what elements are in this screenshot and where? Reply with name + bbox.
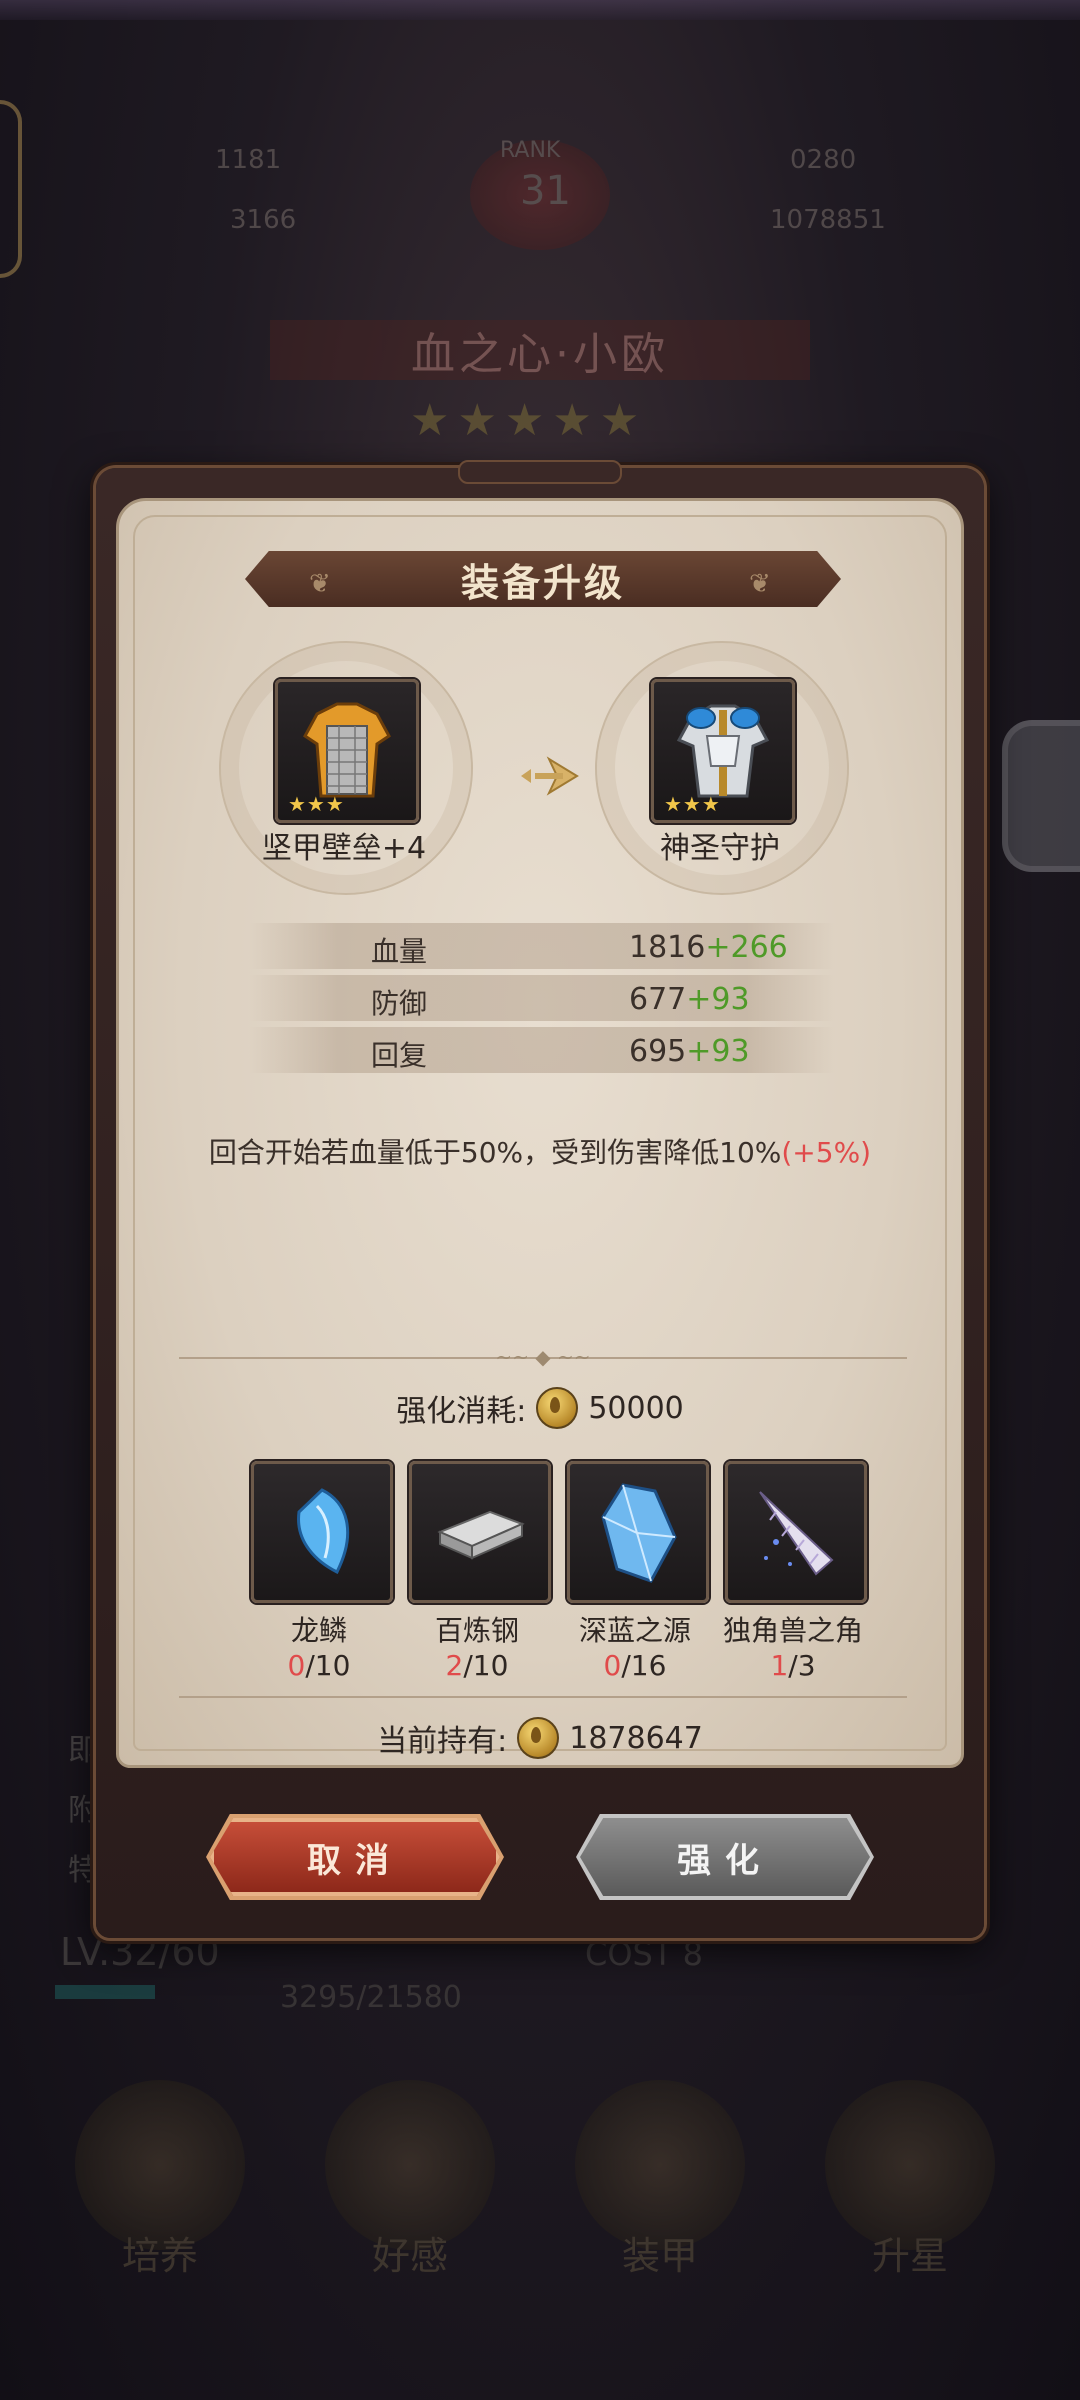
holy-plate-armor-icon (676, 704, 770, 798)
material-count: 1/3 (770, 1649, 816, 1682)
stat-bonus: +93 (686, 982, 750, 1017)
cancel-button[interactable]: 取消 (210, 1818, 500, 1896)
dialog-title: 装备升级 (460, 560, 625, 605)
stat-value: 695+93 (629, 1034, 750, 1069)
upgrade-cost: 强化消耗: 50000 (119, 1386, 961, 1430)
material-name: 深蓝之源 (578, 1614, 691, 1647)
nav-label: 装甲 (621, 2234, 698, 2278)
divider-ornament-icon: ~~ ◆ ~~ (495, 1345, 591, 1369)
side-avatar[interactable] (1002, 720, 1080, 872)
stat-value: 1816+266 (629, 930, 788, 965)
upgrade-arrow-icon (521, 756, 579, 796)
effect-description: 回合开始若血量低于50%，受到伤害降低10%(+5%) (208, 1136, 872, 1169)
material-count: 0/10 (287, 1649, 351, 1682)
dialog-panel: 装备升级 ❦ ❦ ★★★ 坚甲壁垒+4 ★★★ 神圣守护 血量 1816+266… (116, 498, 964, 1768)
exp-text: 3295/21580 (280, 1980, 462, 2015)
unicorn-horn-icon (759, 1491, 834, 1576)
scroll-deco-icon: ❦ (309, 569, 331, 599)
holding-label: 当前持有: (377, 1724, 508, 1759)
divider (179, 1696, 907, 1698)
nav-label: 好感 (371, 2234, 448, 2278)
rank-label: RANK (500, 138, 561, 163)
back-frame (0, 100, 22, 278)
top-bar (0, 0, 1080, 20)
stat-value: 677+93 (629, 982, 750, 1017)
nav-label: 培养 (121, 2234, 198, 2278)
material-slot-deep-blue-source[interactable] (567, 1461, 709, 1603)
cost-amount: 50000 (588, 1390, 684, 1426)
stat-bonus: +93 (686, 1034, 750, 1069)
divider: ~~ ◆ ~~ (179, 1345, 907, 1369)
material-count: 2/10 (445, 1649, 509, 1682)
hero-name: 血之心·小欧 (270, 320, 810, 380)
material-name: 百炼钢 (434, 1614, 519, 1647)
nav-label: 升星 (871, 2234, 948, 2278)
gold-coin-icon (517, 1717, 560, 1759)
stat-label: 血量 (370, 935, 427, 968)
hero-cost: COST 8 (585, 1935, 703, 1973)
equipment-upgrade-dialog: 装备升级 ❦ ❦ ★★★ 坚甲壁垒+4 ★★★ 神圣守护 血量 1816+266… (96, 460, 984, 1938)
stat-bonus: +266 (705, 930, 788, 965)
enhance-button[interactable]: 强化 (580, 1818, 870, 1896)
stat-row-defense: 防御 677+93 (249, 975, 835, 1021)
stat-row-recovery: 回复 695+93 (249, 1027, 835, 1073)
dragon-scale-icon (297, 1488, 350, 1575)
side-menu-item: 即 (68, 1733, 98, 1768)
effect-bonus: (+5%) (781, 1136, 872, 1169)
current-item-name: 坚甲壁垒+4 (261, 831, 427, 866)
chainmail-armor-icon (303, 702, 391, 798)
item-stars: ★★★ (288, 792, 345, 816)
stat-label: 回复 (370, 1039, 427, 1072)
stat-row-hp: 血量 1816+266 (249, 923, 835, 969)
material-slot-steel[interactable] (409, 1461, 551, 1603)
gold-coin-icon (536, 1387, 579, 1429)
bg-stat: 0280 (790, 145, 857, 175)
bg-stat: 1181 (215, 145, 282, 175)
material-slot-unicorn-horn[interactable] (725, 1461, 867, 1603)
side-menu-item: 附 (68, 1793, 98, 1828)
exp-bar (55, 1985, 155, 1999)
holding-amount: 1878647 (569, 1720, 703, 1756)
blue-crystal-icon (601, 1483, 677, 1583)
current-gold-holding: 当前持有: 1878647 (119, 1716, 961, 1760)
side-menu-item: 特 (68, 1853, 98, 1888)
item-stars: ★★★ (664, 792, 721, 816)
bg-stat: 3166 (230, 205, 297, 235)
material-name: 独角兽之角 (722, 1614, 863, 1647)
next-item-slot[interactable]: ★★★ (651, 679, 795, 823)
cost-label: 强化消耗: (396, 1394, 527, 1429)
hero-stars: ★★★★★ (410, 395, 648, 446)
scroll-deco-icon: ❦ (749, 569, 771, 599)
rank-value: 31 (520, 168, 571, 214)
steel-ingot-icon (437, 1510, 525, 1560)
material-slot-dragon-scale[interactable] (251, 1461, 393, 1603)
dialog-top-ornament (458, 460, 622, 484)
current-item-slot[interactable]: ★★★ (275, 679, 419, 823)
material-count: 0/16 (603, 1649, 667, 1682)
next-item-name: 神圣守护 (660, 831, 780, 866)
stat-label: 防御 (370, 987, 427, 1020)
bg-stat: 1078851 (770, 205, 886, 235)
material-name: 龙鳞 (290, 1614, 347, 1647)
